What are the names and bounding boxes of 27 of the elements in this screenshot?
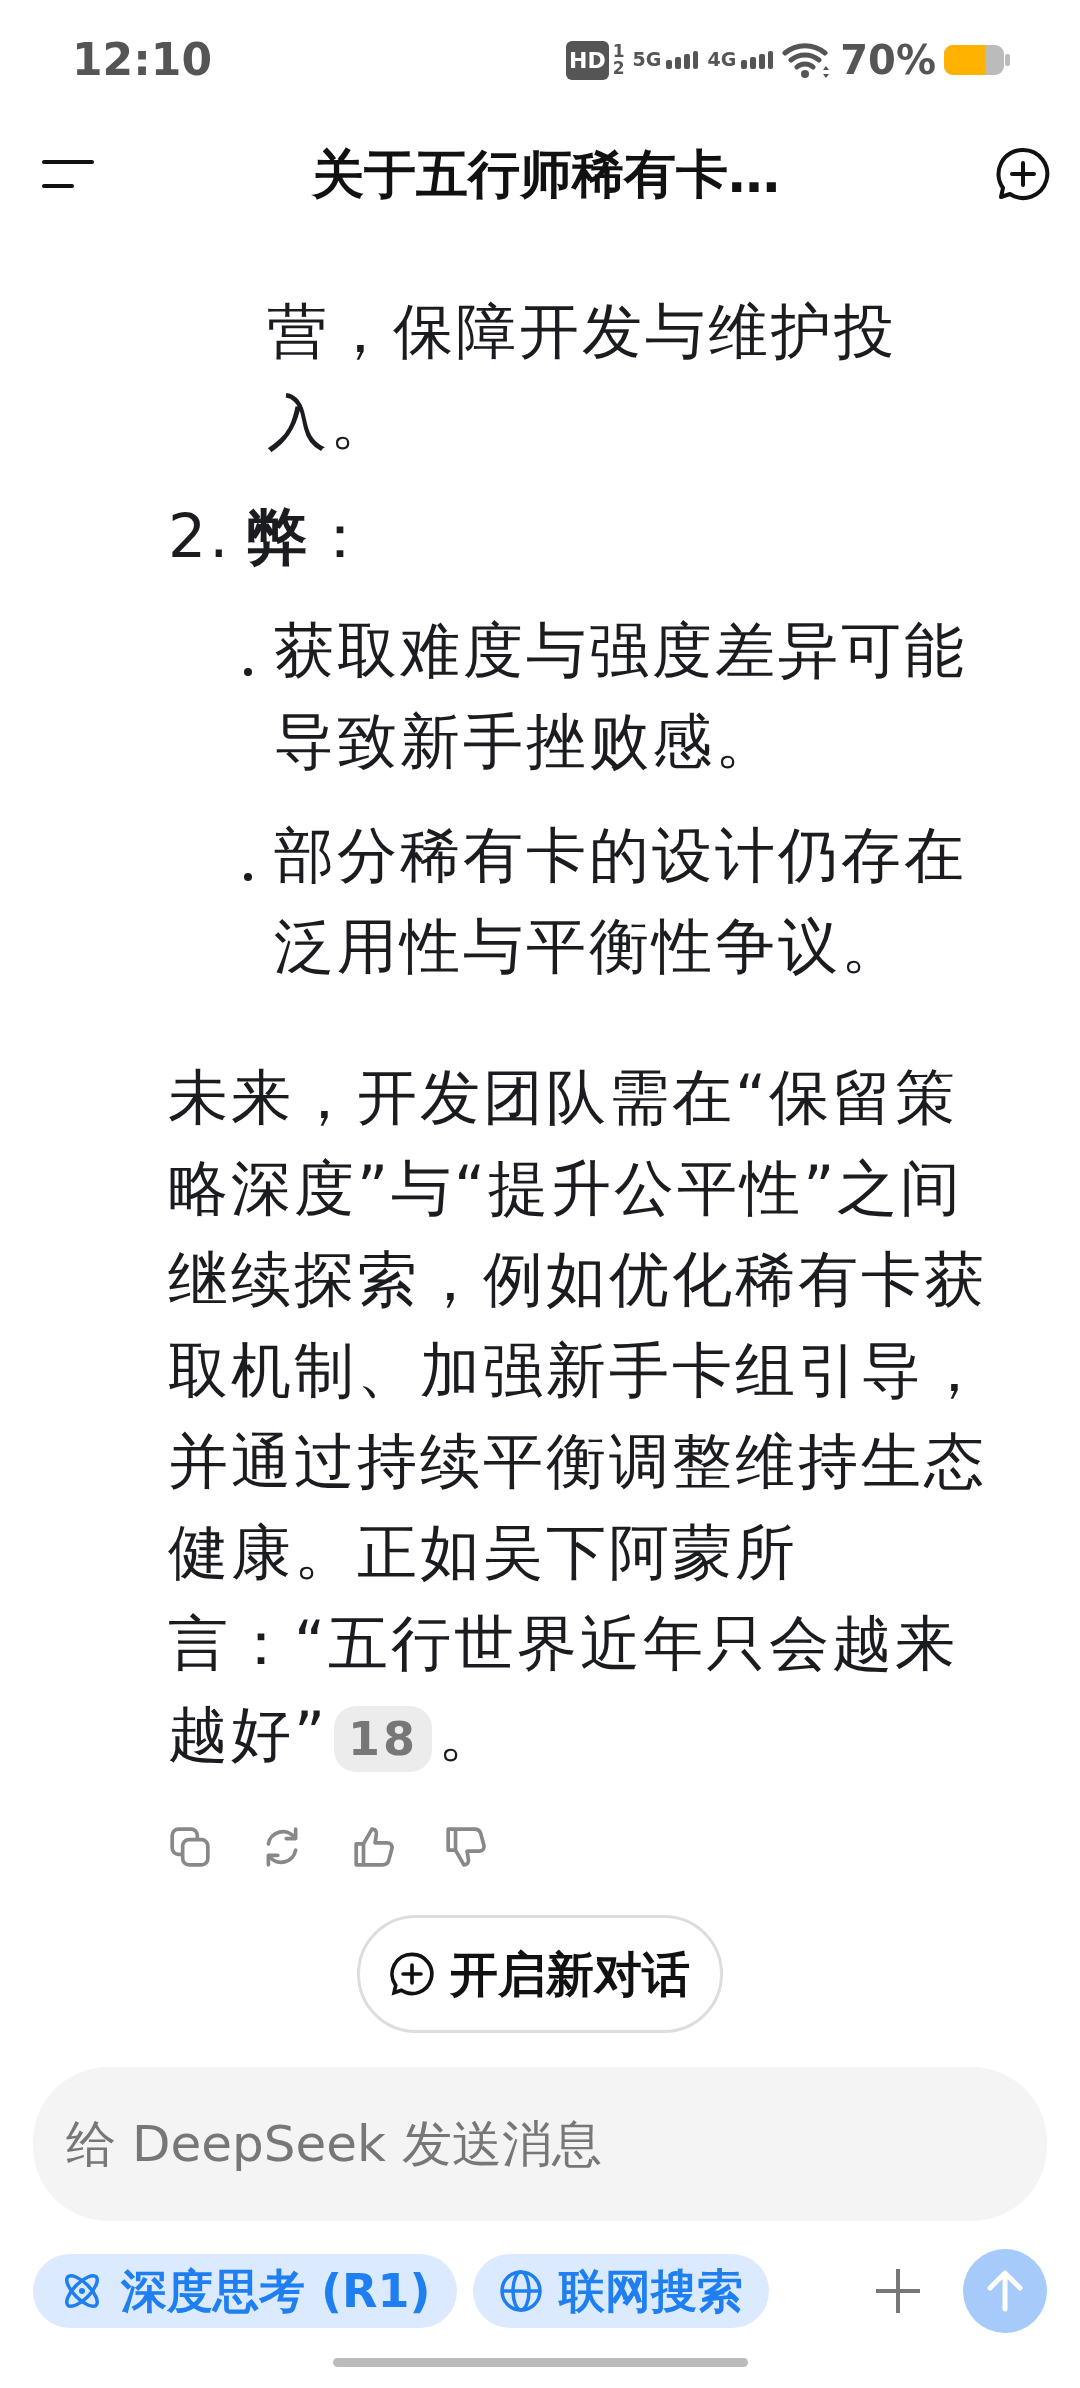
copy-icon[interactable] (168, 1825, 212, 1869)
bullet-icon (244, 873, 252, 881)
web-search-toggle[interactable]: 联网搜索 (472, 2254, 769, 2328)
cellular-signal: 4G (707, 50, 775, 70)
bullet-icon (244, 668, 252, 676)
thumbs-up-icon[interactable] (352, 1825, 396, 1869)
citation-chip[interactable]: 18 (334, 1706, 433, 1772)
plus-bubble-icon (390, 1952, 434, 1996)
paragraph-text: 未来，开发团队需在“保留策略深度”与“提升公平性”之间继续探索，例如优化稀有卡获取机制、加强新手卡组引导，并通过持续平衡调整维持生态健康。正如吴下阿蒙所言：“五行世界近年只会越来越好” 18 。 (168, 1052, 1003, 1785)
new-chat-button[interactable]: 开启新对话 (357, 1915, 723, 2033)
bullet-text: 部分稀有卡的设计仍存在泛用性与平衡性争议。 (274, 819, 968, 983)
message-input[interactable]: 给 DeepSeek 发送消息 (33, 2067, 1047, 2221)
chat-title: 关于五行师稀有卡… (312, 143, 780, 206)
globe-icon (498, 2269, 543, 2313)
status-time: 12:10 (72, 33, 213, 87)
deep-think-toggle[interactable]: 深度思考 (R1) (33, 2254, 457, 2328)
list-item-text: 弊： (247, 500, 374, 573)
plus-icon[interactable] (873, 2266, 923, 2316)
list-item-text: 营，保障开发与维护投入。 (266, 295, 898, 459)
list-number: 2. (168, 500, 232, 573)
bullet-text: 获取难度与强度差异可能导致新手挫败感。 (274, 614, 968, 778)
battery-icon (944, 43, 1010, 77)
battery-percent: 70% (840, 36, 936, 85)
new-chat-icon[interactable] (996, 147, 1050, 201)
cellular-signal: 5G (632, 50, 700, 70)
arrow-up-icon (985, 2269, 1025, 2313)
thumbs-down-icon[interactable] (444, 1825, 488, 1869)
